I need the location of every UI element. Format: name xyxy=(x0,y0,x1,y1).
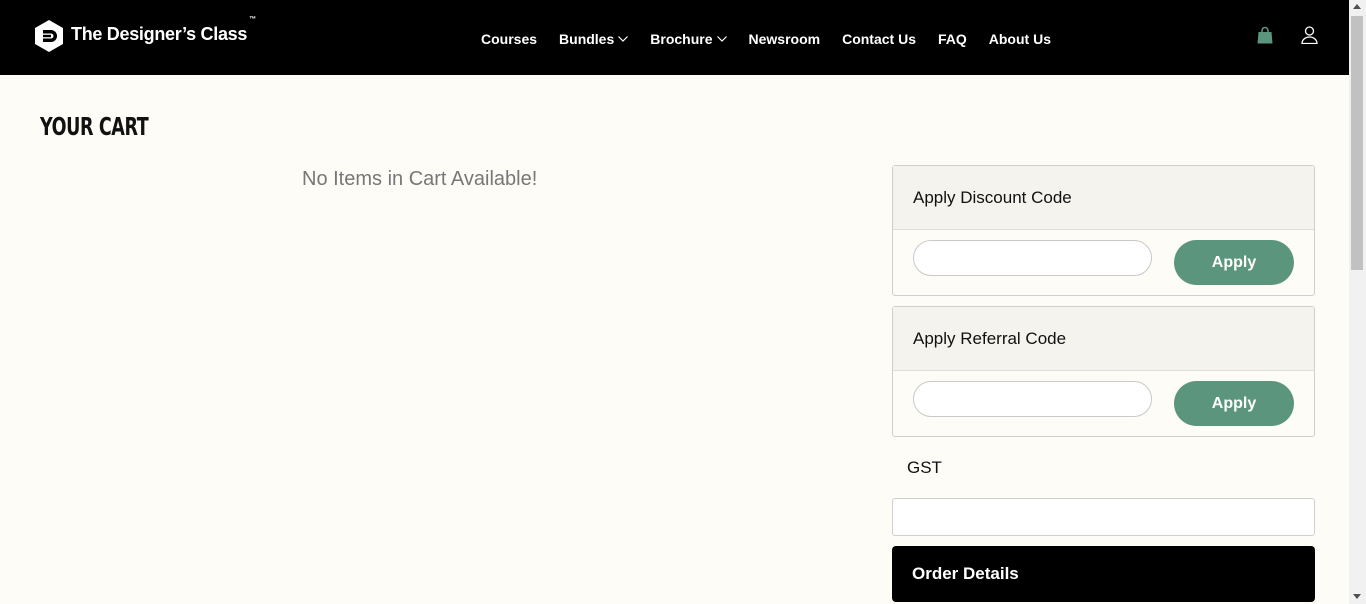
nav-faq[interactable]: FAQ xyxy=(938,31,967,47)
top-navbar: The Designer’s Class™ Courses Bundles Br… xyxy=(0,0,1349,75)
apply-discount-button[interactable]: Apply xyxy=(1174,240,1294,285)
nav-contact-us-label: Contact Us xyxy=(842,31,916,47)
order-details-heading: Order Details xyxy=(892,546,1315,602)
referral-code-card: Apply Referral Code Apply xyxy=(892,306,1315,437)
scroll-up-arrow-icon[interactable] xyxy=(1353,4,1361,9)
referral-code-body: Apply xyxy=(893,371,1314,436)
referral-code-heading: Apply Referral Code xyxy=(893,307,1314,371)
discount-code-card: Apply Discount Code Apply xyxy=(892,165,1315,296)
empty-cart-message: No Items in Cart Available! xyxy=(302,168,538,190)
nav-about-us-label: About Us xyxy=(988,31,1051,47)
main-nav: Courses Bundles Brochure Newsroom Contac… xyxy=(481,31,1073,47)
nav-courses-label: Courses xyxy=(481,31,538,47)
discount-code-heading: Apply Discount Code xyxy=(893,166,1314,230)
nav-newsroom-label: Newsroom xyxy=(748,31,821,47)
discount-code-body: Apply xyxy=(893,230,1314,295)
chevron-down-icon xyxy=(618,36,629,42)
nav-courses[interactable]: Courses xyxy=(481,31,537,47)
logo-mark-icon xyxy=(35,20,63,52)
nav-bundles[interactable]: Bundles xyxy=(559,31,629,47)
gst-input[interactable] xyxy=(892,498,1315,536)
nav-faq-label: FAQ xyxy=(937,31,967,47)
scrollbar-thumb[interactable] xyxy=(1351,16,1363,270)
nav-brochure-label: Brochure xyxy=(650,31,713,47)
nav-about-us[interactable]: About Us xyxy=(989,31,1051,47)
page-title: YOUR CART xyxy=(40,112,149,141)
shopping-bag-icon[interactable] xyxy=(1257,26,1273,44)
page-scrollbar[interactable] xyxy=(1349,0,1366,604)
referral-code-input[interactable] xyxy=(913,381,1152,417)
nav-brochure[interactable]: Brochure xyxy=(650,31,727,47)
brand-logo[interactable]: The Designer’s Class™ xyxy=(34,15,256,53)
user-icon[interactable] xyxy=(1301,26,1318,44)
gst-label: GST xyxy=(907,458,942,477)
nav-contact-us[interactable]: Contact Us xyxy=(842,31,916,47)
nav-bundles-label: Bundles xyxy=(559,31,615,47)
apply-referral-button[interactable]: Apply xyxy=(1174,381,1294,426)
scroll-down-arrow-icon[interactable] xyxy=(1353,594,1361,599)
trademark-mark: ™ xyxy=(249,15,256,23)
brand-name: The Designer’s Class™ xyxy=(71,15,256,44)
discount-code-input[interactable] xyxy=(913,240,1152,276)
nav-newsroom[interactable]: Newsroom xyxy=(749,31,821,47)
chevron-down-icon xyxy=(716,36,727,42)
